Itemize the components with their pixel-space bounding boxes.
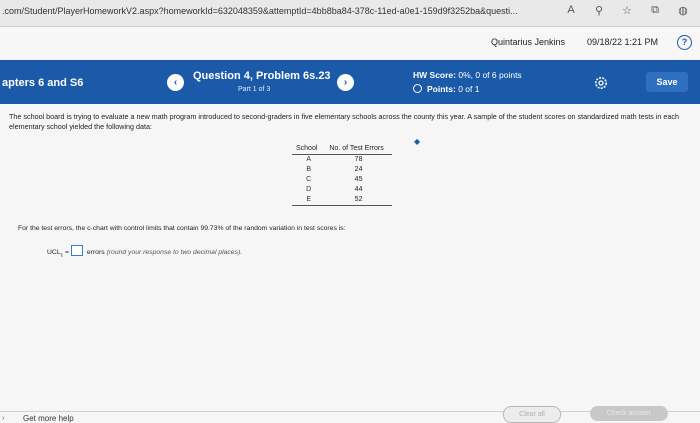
- ucl-unit: errors: [86, 249, 105, 256]
- column-header-errors: No. of Test Errors: [325, 144, 392, 155]
- scores-table: School No. of Test Errors A 78 B 24 C 45: [292, 144, 392, 206]
- help-icon[interactable]: ?: [677, 35, 692, 50]
- table-row: B 24: [292, 165, 392, 175]
- points: Points: 0 of 1: [413, 84, 479, 94]
- get-more-help-link[interactable]: Get more help: [23, 414, 74, 423]
- user-bar: Quintarius Jenkins 09/18/22 1:21 PM ?: [0, 27, 700, 59]
- table-row: C 45: [292, 175, 392, 185]
- address-url[interactable]: .com/Student/PlayerHomeworkV2.aspx?homew…: [2, 6, 518, 16]
- favorite-icon[interactable]: ☆: [620, 4, 634, 17]
- points-value: 0 of 1: [458, 84, 480, 94]
- collections-icon[interactable]: ⧉: [648, 4, 662, 17]
- next-question-button[interactable]: ›: [337, 74, 354, 91]
- c-chart-instruction: For the test errors, the c-chart with co…: [18, 225, 346, 232]
- problem-statement: The school board is trying to evaluate a…: [9, 112, 679, 131]
- school-cell: A: [306, 156, 312, 163]
- ucl-answer-row: UCLc = errors (round your response to tw…: [47, 245, 242, 258]
- question-content: The school board is trying to evaluate a…: [0, 104, 700, 423]
- hw-score: HW Score: 0%, 0 of 6 points: [413, 70, 522, 80]
- column-header-school: School: [292, 144, 326, 155]
- points-ring-icon: [413, 84, 422, 93]
- homework-page: .com/Student/PlayerHomeworkV2.aspx?homew…: [0, 0, 700, 423]
- font-icon[interactable]: ⚲: [592, 4, 606, 17]
- browser-address-bar: .com/Student/PlayerHomeworkV2.aspx?homew…: [0, 0, 700, 27]
- save-button[interactable]: Save: [646, 72, 688, 92]
- ucl-equals: =: [65, 249, 69, 256]
- left-arrow-icon: ›: [2, 415, 5, 422]
- table-row: E 52: [292, 195, 392, 206]
- errors-cell: 24: [354, 166, 363, 173]
- question-title: Question 4, Problem 6s.23: [193, 70, 331, 82]
- school-cell: C: [306, 176, 312, 183]
- ucl-subscript: c: [60, 252, 64, 259]
- question-part: Part 1 of 3: [238, 86, 271, 93]
- school-cell: B: [306, 166, 312, 173]
- clear-all-button[interactable]: Clear all: [503, 406, 561, 423]
- reader-icon[interactable]: A: [564, 4, 578, 17]
- school-cell: E: [292, 195, 326, 206]
- user-datetime: 09/18/22 1:21 PM: [587, 37, 659, 47]
- ucl-rounding-hint: (round your response to two decimal plac…: [106, 249, 243, 256]
- question-header: apters 6 and S6 ‹ Question 4, Problem 6s…: [0, 60, 700, 104]
- ucl-input[interactable]: [70, 245, 83, 256]
- errors-cell: 44: [354, 186, 363, 193]
- previous-question-button[interactable]: ‹: [167, 74, 184, 91]
- profile-icon[interactable]: ◍: [676, 4, 690, 17]
- ucl-label: UCL: [47, 249, 61, 256]
- errors-cell: 78: [354, 156, 363, 163]
- hw-score-label: HW Score:: [413, 70, 456, 80]
- table-row: A 78: [292, 155, 392, 166]
- table-data-icon[interactable]: ◆: [414, 137, 420, 146]
- user-name: Quintarius Jenkins: [491, 37, 566, 47]
- errors-cell: 52: [325, 195, 392, 206]
- check-answer-button[interactable]: Check answer: [590, 406, 668, 421]
- school-cell: D: [306, 186, 312, 193]
- hw-score-value: 0%, 0 of 6 points: [458, 70, 522, 80]
- points-label: Points:: [427, 84, 456, 94]
- table-row: D 44: [292, 185, 392, 195]
- settings-gear-icon[interactable]: [594, 76, 608, 90]
- chapter-title: apters 6 and S6: [2, 77, 84, 89]
- errors-cell: 45: [354, 176, 363, 183]
- browser-toolbar-icons: A ⚲ ☆ ⧉ ◍: [564, 4, 690, 17]
